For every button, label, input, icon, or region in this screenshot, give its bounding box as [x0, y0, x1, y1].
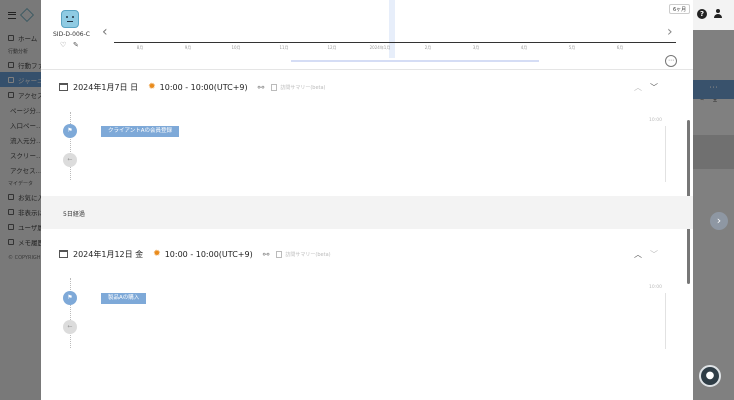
elapsed-label: 5日経過 [63, 211, 85, 218]
sidebar: ホーム 行動分析 行動ファ… ジャーニ… アクセス… ページ分… 入口ペー… 流… [0, 0, 41, 400]
link-icon[interactable]: ⚯ [258, 83, 265, 92]
help-icon[interactable]: ? [697, 9, 707, 19]
timeline-rail [70, 278, 71, 348]
session-header: SID-D-006-C ♡ ✎ ‹ 8月 9月 10月 11月 12月 2024年1月 2月… [41, 0, 693, 70]
back-arrow-icon[interactable]: ← [63, 320, 77, 334]
tips-bulb-icon[interactable]: ● [699, 365, 721, 387]
flag-icon[interactable]: ⚑ [63, 124, 77, 138]
avatar [61, 10, 79, 28]
day-time-range: 10:00 - 10:00(UTC+9) [164, 249, 253, 259]
timeline-tick-label: 4月 [520, 45, 528, 50]
event-divider [665, 126, 666, 182]
sun-icon: ✹ [153, 249, 161, 259]
event-time: 10:00 [649, 118, 662, 123]
chevron-up-icon[interactable]: ︿ [634, 249, 642, 260]
timeline-tick-label: 8月 [136, 45, 144, 50]
timeline-rail [70, 112, 71, 180]
timeline-tick-label: 3月 [472, 45, 480, 50]
back-arrow-icon[interactable]: ← [63, 153, 77, 167]
right-panel: ✎ ⤓ ⋯ ? › ● [693, 0, 734, 400]
timeline-axis [114, 42, 676, 43]
document-icon [271, 83, 278, 91]
link-icon[interactable]: ⚯ [263, 250, 270, 259]
account-icon[interactable] [713, 9, 723, 19]
flag-icon[interactable]: ⚑ [63, 291, 77, 305]
event-label[interactable]: クライアントAの会員登録 [101, 126, 180, 137]
visit-summary-link[interactable]: 訪問サマリー(beta) [280, 84, 325, 91]
elapsed-gap: 5日経過 [41, 196, 693, 229]
calendar-icon [59, 83, 68, 91]
day-header: 2024年1月7日 日 ✹ 10:00 - 10:00(UTC+9) ⚯ 訪問サ… [59, 80, 326, 94]
timeline-next-arrow[interactable]: › [667, 24, 673, 40]
timeline-tick-label: 12月 [327, 45, 337, 50]
visit-summary-link[interactable]: 訪問サマリー(beta) [285, 251, 330, 258]
timeline-tick-label: 2024年1月 [369, 45, 391, 50]
chevron-down-icon[interactable]: ﹀ [650, 249, 658, 260]
event-time: 10:00 [649, 285, 662, 290]
journey-panel: SID-D-006-C ♡ ✎ ‹ 8月 9月 10月 11月 12月 2024年1月 2月… [41, 0, 693, 400]
event-divider [665, 293, 666, 349]
document-icon [276, 250, 283, 258]
edit-note-icon[interactable]: ✎ [73, 41, 79, 49]
chevron-up-icon[interactable]: ︿ [634, 82, 642, 93]
overlay-dim[interactable] [693, 0, 734, 400]
timeline-tick-label: 6月 [616, 45, 624, 50]
next-session-button[interactable]: › [710, 212, 728, 230]
range-selector[interactable]: 6ヶ月 [669, 4, 691, 14]
timeline-scrollbar[interactable] [291, 60, 539, 62]
timeline-tick-label: 10月 [231, 45, 241, 50]
day-date: 2024年1月12日 金 [73, 249, 144, 259]
sun-icon: ✹ [148, 82, 156, 92]
event-label[interactable]: 製品Aの購入 [101, 293, 147, 304]
day-time-range: 10:00 - 10:00(UTC+9) [159, 82, 248, 92]
day-date: 2024年1月7日 日 [73, 82, 139, 92]
chevron-down-icon[interactable]: ﹀ [650, 82, 658, 93]
calendar-icon [59, 250, 68, 258]
top-bar: ? [693, 0, 734, 30]
overlay-dim[interactable] [0, 0, 41, 400]
session-id: SID-D-006-C [53, 31, 90, 38]
timeline-tick-label: 11月 [279, 45, 289, 50]
favorite-icon[interactable]: ♡ [60, 41, 66, 49]
more-icon[interactable]: ⋯ [665, 55, 677, 67]
timeline-prev-arrow[interactable]: ‹ [102, 24, 108, 40]
timeline-tick-label: 5月 [568, 45, 576, 50]
timeline-tick-label: 2月 [424, 45, 432, 50]
timeline-tick-label: 9月 [184, 45, 192, 50]
day-header: 2024年1月12日 金 ✹ 10:00 - 10:00(UTC+9) ⚯ 訪問… [59, 247, 331, 261]
